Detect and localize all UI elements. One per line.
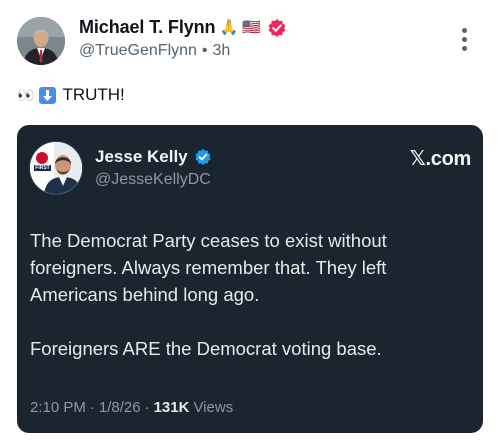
meta-dot: · — [89, 399, 95, 416]
author-name[interactable]: Michael T. Flynn — [79, 17, 216, 38]
post: Michael T. Flynn 🙏 🇺🇸 @TrueGenFlynn • 3h… — [0, 0, 500, 445]
quoted-tweet-card[interactable]: FIRST Jesse Kelly @JesseKellyDC 𝕏.com Th… — [17, 125, 483, 433]
verified-check-icon — [195, 148, 211, 166]
quoted-tweet-paragraph: The Democrat Party ceases to exist witho… — [30, 230, 387, 305]
views-label: Views — [193, 399, 234, 416]
quoted-author-avatar[interactable]: FIRST — [29, 141, 83, 195]
more-options-icon[interactable] — [459, 26, 471, 54]
quoted-tweet-time[interactable]: 2:10 PM — [30, 399, 86, 416]
quoted-tweet-meta: 2:10 PM · 1/8/26 · 131K Views — [30, 399, 233, 416]
post-text-body: TRUTH! — [62, 85, 125, 104]
quoted-author-name[interactable]: Jesse Kelly — [95, 147, 188, 167]
quoted-author-handle[interactable]: @JesseKellyDC — [95, 171, 211, 189]
author-portrait-icon — [17, 17, 65, 65]
us-flag-emoji: 🇺🇸 — [242, 19, 261, 36]
quoted-tweet-paragraph: Foreigners ARE the Democrat voting base. — [30, 338, 382, 359]
post-time[interactable]: 3h — [213, 42, 231, 60]
quoted-author-name-line: Jesse Kelly — [95, 147, 212, 167]
praying-hands-emoji: 🙏 — [219, 19, 239, 36]
source-link[interactable]: 𝕏.com — [410, 146, 472, 171]
eyes-emoji: 👀 — [17, 86, 34, 103]
quoted-tweet-date[interactable]: 1/8/26 — [99, 399, 141, 416]
quoted-avatar-logo-text: FIRST — [35, 165, 50, 171]
handle-separator: • — [201, 42, 208, 59]
author-handle[interactable]: @TrueGenFlynn — [79, 42, 197, 60]
verified-badge-icon — [268, 18, 286, 37]
down-arrow-emoji-icon — [39, 86, 57, 104]
views-count: 131K — [153, 399, 190, 416]
author-avatar[interactable] — [17, 17, 65, 65]
author-name-line: Michael T. Flynn 🙏 🇺🇸 — [79, 17, 287, 38]
quoted-tweet-text: The Democrat Party ceases to exist witho… — [30, 227, 470, 362]
author-handle-line: @TrueGenFlynn • 3h — [79, 42, 230, 60]
meta-dot: · — [144, 399, 150, 416]
post-text: 👀 TRUTH! — [17, 85, 125, 105]
